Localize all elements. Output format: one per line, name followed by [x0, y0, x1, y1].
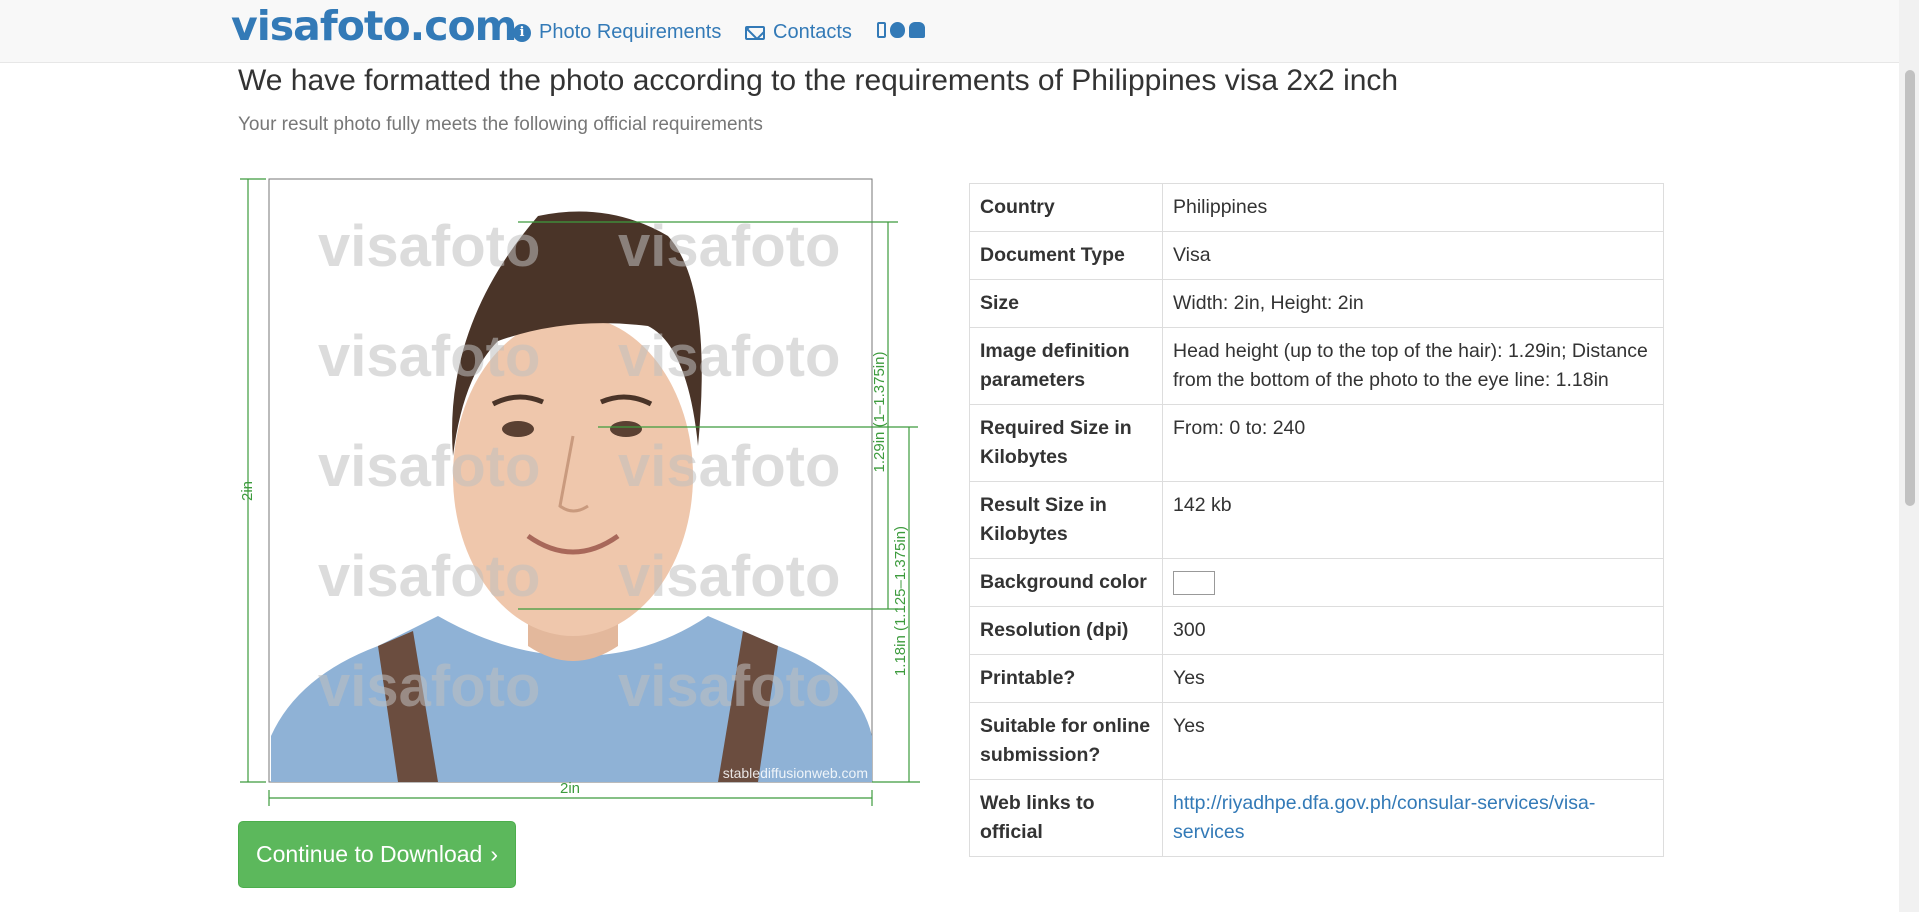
background-color-swatch: [1173, 570, 1215, 595]
info-icon: i: [513, 23, 531, 42]
chevron-right-icon: ›: [490, 841, 498, 867]
nav-photo-requirements-label: Photo Requirements: [539, 21, 722, 43]
table-row: Web links to official http://riyadhpe.dfa…: [969, 779, 1664, 857]
table-row: Document Type Visa: [969, 231, 1664, 280]
table-value: Visa: [1162, 231, 1664, 280]
table-value: http://riyadhpe.dfa.gov.ph/consular-serv…: [1162, 779, 1664, 857]
table-value: Head height (up to the top of the hair):…: [1162, 327, 1664, 405]
watermark-text: visafoto: [318, 654, 540, 719]
table-key: Result Size in Kilobytes: [969, 481, 1163, 559]
table-value: 142 kb: [1162, 481, 1664, 559]
table-key: Country: [969, 183, 1163, 232]
watermark-text: visafoto: [618, 434, 840, 499]
result-photo-area: visafoto visafoto visafoto visafoto visa…: [238, 176, 938, 816]
table-key: Background color: [969, 558, 1163, 607]
watermark-text: visafoto: [618, 654, 840, 719]
table-value: Yes: [1162, 654, 1664, 703]
result-photo-diagram: visafoto visafoto visafoto visafoto visa…: [239, 178, 920, 806]
watermark-text: visafoto: [618, 544, 840, 609]
table-key: Resolution (dpi): [969, 606, 1163, 655]
watermark-text: visafoto: [318, 214, 540, 279]
page-subtitle: Your result photo fully meets the follow…: [238, 114, 763, 135]
table-key: Required Size in Kilobytes: [969, 404, 1163, 482]
table-row: Resolution (dpi) 300: [969, 606, 1664, 655]
table-row: Size Width: 2in, Height: 2in: [969, 279, 1664, 328]
photo-credit: stablediffusionweb.com: [723, 765, 868, 781]
height-dimension-label: 2in: [239, 481, 256, 501]
watermark-text: visafoto: [318, 434, 540, 499]
table-row: Printable? Yes: [969, 654, 1664, 703]
envelope-icon: [745, 25, 765, 40]
apple-icon: [890, 22, 905, 38]
width-dimension-label: 2in: [560, 780, 580, 797]
table-row: Background color: [969, 558, 1664, 607]
table-row: Required Size in Kilobytes From: 0 to: 24…: [969, 404, 1664, 482]
table-row: Image definition parameters Head height (…: [969, 327, 1664, 405]
table-value: Width: 2in, Height: 2in: [1162, 279, 1664, 328]
scrollbar-thumb[interactable]: [1905, 70, 1915, 506]
table-value: 300: [1162, 606, 1664, 655]
nav-contacts-label: Contacts: [773, 21, 852, 43]
table-key: Size: [969, 279, 1163, 328]
nav-contacts[interactable]: Contacts: [745, 21, 852, 44]
table-row: Result Size in Kilobytes 142 kb: [969, 481, 1664, 559]
continue-to-download-label: Continue to Download: [256, 841, 483, 867]
mobile-phone-icon: [877, 22, 886, 38]
table-value: Philippines: [1162, 183, 1664, 232]
android-icon: [909, 22, 925, 38]
requirements-table: Country Philippines Document Type Visa Size W…: [969, 183, 1664, 857]
top-navbar: visafoto.com i Photo Requirements Contac…: [0, 0, 1899, 63]
nav-photo-requirements[interactable]: i Photo Requirements: [513, 21, 721, 44]
mobile-apps-link[interactable]: [877, 22, 925, 38]
table-value: From: 0 to: 240: [1162, 404, 1664, 482]
table-key: Document Type: [969, 231, 1163, 280]
watermark-text: visafoto: [618, 214, 840, 279]
table-key: Image definition parameters: [969, 327, 1163, 405]
table-key: Web links to official: [969, 779, 1163, 857]
table-row: Suitable for online submission? Yes: [969, 702, 1664, 780]
head-height-label: 1.29in (1–1.375in): [871, 352, 888, 473]
site-logo[interactable]: visafoto.com: [231, 2, 517, 50]
page-scrollbar[interactable]: [1899, 0, 1919, 912]
watermark-text: visafoto: [318, 544, 540, 609]
table-key: Suitable for online submission?: [969, 702, 1163, 780]
watermark-text: visafoto: [618, 324, 840, 389]
table-row: Country Philippines: [969, 183, 1664, 232]
page-title: We have formatted the photo according to…: [238, 64, 1399, 97]
continue-to-download-button[interactable]: Continue to Download ›: [238, 821, 516, 888]
table-value: Yes: [1162, 702, 1664, 780]
table-value: [1162, 558, 1664, 607]
official-web-link[interactable]: http://riyadhpe.dfa.gov.ph/consular-serv…: [1173, 792, 1595, 843]
eye-line-label: 1.18in (1.125–1.375in): [892, 526, 909, 676]
watermark-text: visafoto: [318, 324, 540, 389]
table-key: Printable?: [969, 654, 1163, 703]
